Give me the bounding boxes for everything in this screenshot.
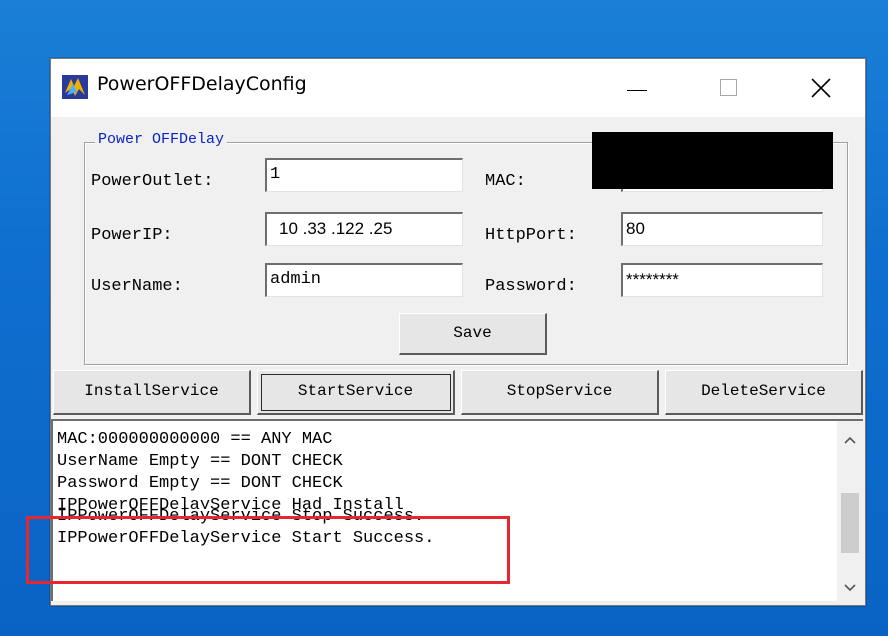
power-outlet-field[interactable]: 1 — [265, 158, 463, 192]
app-icon — [62, 75, 88, 99]
start-service-button[interactable]: StartService — [257, 370, 455, 415]
username-field[interactable]: admin — [265, 263, 463, 297]
save-button[interactable]: Save — [399, 313, 547, 355]
scroll-thumb[interactable] — [841, 493, 859, 553]
power-ip-field[interactable]: 10 .33 .122 .25 — [265, 212, 463, 246]
close-button[interactable] — [775, 59, 867, 117]
redaction-box — [592, 132, 833, 189]
red-highlight-box — [26, 516, 510, 584]
power-ip-label: PowerIP: — [91, 226, 173, 245]
title-bar[interactable]: PowerOFFDelayConfig — [51, 59, 865, 117]
install-service-button[interactable]: InstallService — [53, 370, 251, 415]
maximize-button[interactable] — [683, 59, 775, 117]
username-label: UserName: — [91, 277, 183, 296]
scroll-up-button[interactable] — [837, 427, 863, 453]
power-outlet-label: PowerOutlet: — [91, 172, 214, 191]
log-line: MAC:000000000000 == ANY MAC — [57, 430, 333, 449]
password-field[interactable]: ******** — [621, 263, 823, 297]
chevron-down-icon — [844, 584, 856, 592]
mac-label: MAC: — [485, 172, 526, 191]
log-line: Password Empty == DONT CHECK — [57, 474, 343, 493]
minimize-button[interactable] — [591, 59, 683, 117]
group-title: Power OFFDelay — [95, 131, 228, 148]
password-label: Password: — [485, 277, 577, 296]
log-line: UserName Empty == DONT CHECK — [57, 452, 343, 471]
chevron-up-icon — [844, 436, 856, 444]
stop-service-button[interactable]: StopService — [461, 370, 659, 415]
http-port-label: HttpPort: — [485, 226, 577, 245]
log-scrollbar[interactable] — [837, 421, 863, 601]
close-icon — [811, 78, 831, 98]
http-port-field[interactable]: 80 — [621, 212, 823, 246]
delete-service-button[interactable]: DeleteService — [665, 370, 863, 415]
scroll-down-button[interactable] — [837, 575, 863, 601]
window-title: PowerOFFDelayConfig — [97, 73, 307, 95]
